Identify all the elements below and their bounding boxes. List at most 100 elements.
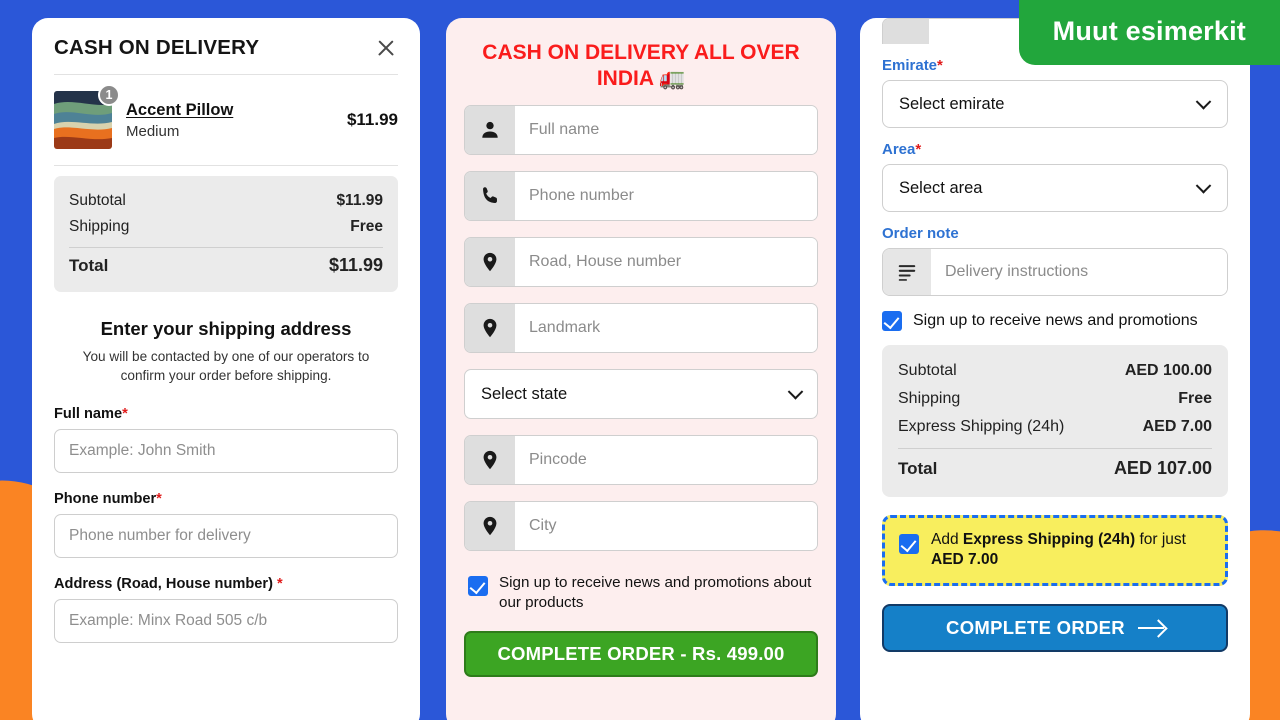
summary-value: $11.99 [336,192,383,209]
chevron-down-icon [787,384,804,400]
state-select-value: Select state [481,384,568,403]
divider [54,165,398,166]
upsell-service-name: Express Shipping (24h) [962,531,1136,548]
required-asterisk: * [122,405,128,422]
field-icon-slot [883,19,929,44]
label-text: Full name [54,405,123,422]
upsell-middle: for just [1135,531,1186,548]
area-select[interactable]: Select area [882,164,1228,212]
cod-checkout-card-usd: CASH ON DELIVERY 1 Accent Pillow Medium … [32,18,420,720]
phone-number-input[interactable] [54,513,398,558]
pincode-field [464,435,818,486]
required-asterisk: * [937,57,943,74]
screenshot-stage: Muut esimerkit CASH ON DELIVERY 1 Accent… [0,0,1280,720]
product-price: $11.99 [346,110,398,129]
order-note-label: Order note [882,225,959,242]
full-name-label: Full name* [54,406,398,422]
newsletter-checkbox-row[interactable]: Sign up to receive news and promotions [882,311,1228,331]
upsell-prefix: Add [931,531,963,548]
page-title: CASH ON DELIVERY [54,36,260,59]
summary-row: Subtotal $11.99 [69,188,383,214]
newsletter-label: Sign up to receive news and promotions [913,312,1198,329]
phone-number-input[interactable] [515,172,817,221]
area-label: Area* [882,141,1228,158]
cod-checkout-card-uae: Emirate* Select emirate Area* Select are… [860,18,1250,720]
location-pin-icon [465,436,515,485]
full-name-input[interactable] [515,106,817,155]
list-lines-icon [883,249,931,295]
label-text: Address (Road, House number) [54,575,273,592]
required-asterisk: * [156,490,162,507]
summary-row: Subtotal AED 100.00 [898,357,1212,385]
area-select-value: Select area [899,178,983,197]
express-shipping-label: Add Express Shipping (24h) for just AED … [931,530,1211,571]
city-field [464,501,818,552]
product-name-link[interactable]: Accent Pillow [126,101,233,120]
quantity-badge: 1 [98,84,120,106]
location-pin-icon [465,502,515,551]
location-pin-icon [465,304,515,353]
emirate-select[interactable]: Select emirate [882,80,1228,128]
summary-total-value: $11.99 [328,255,383,275]
required-asterisk: * [277,575,283,592]
pincode-input[interactable] [515,436,817,485]
label-text: Emirate [882,57,938,74]
complete-order-button[interactable]: COMPLETE ORDER - Rs. 499.00 [464,631,818,678]
chevron-down-icon [1195,94,1212,110]
express-shipping-upsell[interactable]: Add Express Shipping (24h) for just AED … [882,515,1228,586]
phone-icon [465,172,515,221]
summary-total-value: AED 107.00 [1113,458,1212,478]
summary-value: Free [350,218,383,235]
complete-order-button[interactable]: COMPLETE ORDER [882,603,1228,652]
summary-label: Shipping [898,390,961,407]
full-name-input[interactable] [54,428,398,473]
summary-row: Shipping Free [69,214,383,240]
phone-number-field [464,171,818,222]
city-input[interactable] [515,502,817,551]
newsletter-checkbox-row[interactable]: Sign up to receive news and promotions a… [464,567,818,613]
order-note-field [882,248,1228,296]
field-group-address: Address (Road, House number) * [54,576,398,643]
address-input[interactable] [54,598,398,643]
cod-checkout-card-india: CASH ON DELIVERY ALL OVER INDIA 🚛 Full n… [446,18,836,720]
complete-order-label: COMPLETE ORDER [946,616,1125,638]
location-pin-icon [465,238,515,287]
newsletter-checkbox[interactable] [882,311,902,331]
order-summary-aed: Subtotal AED 100.00 Shipping Free Expres… [882,345,1228,497]
india-cod-heading: CASH ON DELIVERY ALL OVER INDIA 🚛 [482,41,800,90]
summary-label: Subtotal [898,362,957,379]
summary-value: AED 100.00 [1124,362,1212,379]
close-icon[interactable] [374,36,398,60]
summary-label: Shipping [69,218,130,235]
express-shipping-checkbox[interactable] [899,534,919,554]
summary-label: Subtotal [69,192,126,209]
summary-row: Express Shipping (24h) AED 7.00 [898,413,1212,441]
field-group-full-name: Full name* [54,406,398,473]
person-icon [465,106,515,155]
label-text: Area [882,141,916,158]
examples-banner[interactable]: Muut esimerkit [1018,0,1280,65]
product-info: Accent Pillow Medium [126,101,333,140]
summary-total-row: Total AED 107.00 [898,453,1212,484]
field-group-phone-number: Phone number* [54,491,398,558]
full-name-field [464,105,818,156]
phone-number-label: Phone number* [54,491,398,507]
product-variant: Medium [126,122,180,140]
newsletter-label: Sign up to receive news and promotions a… [499,574,812,612]
order-note-input[interactable] [931,249,1227,295]
divider [69,247,383,248]
summary-value: AED 7.00 [1142,418,1212,435]
road-house-number-input[interactable] [515,238,817,287]
india-form-body: Select state Sign up to receive news and… [446,97,836,613]
landmark-input[interactable] [515,304,817,353]
arrow-right-icon [1137,626,1164,630]
divider [898,448,1212,449]
chevron-down-icon [1195,178,1212,194]
left-panel-header: CASH ON DELIVERY [32,18,420,74]
summary-total-label: Total [69,256,109,275]
label-text: Phone number [54,490,157,507]
summary-total-row: Total $11.99 [69,252,383,280]
state-select[interactable]: Select state [464,369,818,420]
newsletter-checkbox[interactable] [468,576,488,597]
shipping-address-heading: Enter your shipping address [100,318,352,339]
